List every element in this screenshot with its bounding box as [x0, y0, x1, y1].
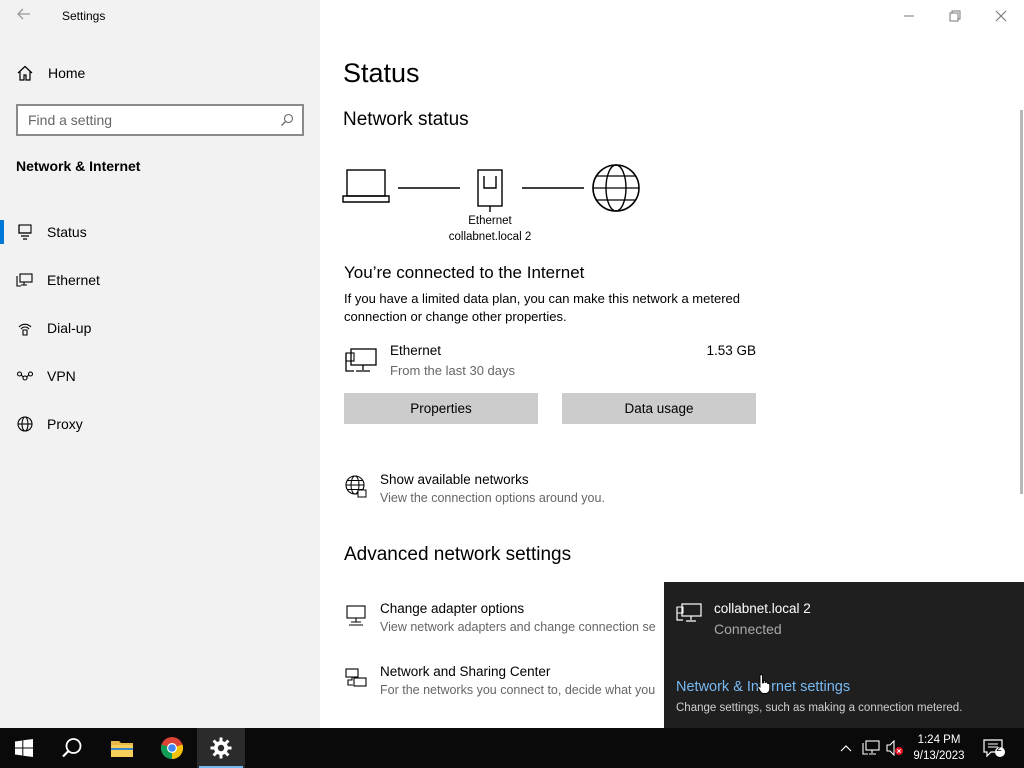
network-tray-icon — [862, 740, 880, 755]
sidebar-item-vpn[interactable]: VPN — [0, 352, 320, 400]
action-center-button[interactable]: 2 — [980, 728, 1008, 768]
close-icon[interactable] — [978, 4, 1024, 28]
sidebar-item-label: VPN — [47, 368, 76, 384]
sidebar-home[interactable]: Home — [16, 62, 85, 84]
gear-icon — [210, 737, 232, 759]
ethernet-usage-row: Ethernet From the last 30 days 1.53 GB — [344, 342, 756, 382]
globe-icon — [344, 474, 368, 498]
adapter-label: Ethernet collabnet.local 2 — [438, 213, 542, 245]
ethernet-name: Ethernet — [390, 343, 442, 358]
volume-tray-button[interactable] — [884, 728, 906, 768]
section-label: Network & Internet — [16, 158, 141, 174]
ethernet-icon — [676, 602, 702, 624]
globe-icon — [592, 164, 640, 212]
adapter-network-name: collabnet.local 2 — [448, 231, 532, 243]
flyout-network-item[interactable]: collabnet.local 2 Connected — [676, 600, 996, 644]
settings-taskbar-button[interactable] — [197, 728, 245, 768]
sidebar-item-label: Status — [47, 224, 87, 240]
windows-logo-icon — [15, 739, 33, 757]
ethernet-adapter-icon — [477, 169, 503, 212]
show-networks-title: Show available networks — [380, 472, 529, 487]
adapter-icon — [344, 603, 368, 627]
app-title: Settings — [62, 9, 106, 23]
show-available-networks-link[interactable]: Show available networks View the connect… — [344, 472, 764, 512]
vpn-icon — [16, 367, 34, 385]
sidebar: Settings Home Network & Internet Status … — [0, 0, 320, 728]
ethernet-period: From the last 30 days — [390, 363, 515, 378]
search-icon[interactable] — [280, 113, 294, 127]
sidebar-item-ethernet[interactable]: Ethernet — [0, 256, 320, 304]
taskbar-clock[interactable]: 1:24 PM 9/13/2023 — [905, 732, 973, 764]
properties-button[interactable]: Properties — [344, 393, 538, 424]
sharing-center-icon — [344, 666, 368, 690]
start-button[interactable] — [0, 728, 48, 768]
page-title: Status — [343, 58, 420, 88]
ethernet-data-usage: 1.53 GB — [706, 343, 756, 358]
sidebar-nav: Status Ethernet Dial-up VPN Proxy — [0, 208, 320, 448]
proxy-icon — [16, 415, 34, 433]
network-tray-button[interactable] — [860, 728, 882, 768]
network-settings-description: Change settings, such as making a connec… — [676, 702, 963, 714]
status-icon — [16, 223, 34, 241]
chrome-button[interactable] — [148, 728, 196, 768]
sidebar-item-label: Proxy — [47, 416, 83, 432]
flyout-network-status: Connected — [714, 621, 782, 637]
hand-cursor-icon — [757, 674, 771, 694]
home-label: Home — [48, 65, 86, 81]
network-status-heading: Network status — [343, 109, 469, 130]
advanced-settings-heading: Advanced network settings — [344, 544, 572, 565]
network-flyout: collabnet.local 2 Connected Network & In… — [664, 582, 1024, 728]
notification-badge: 2 — [996, 743, 1002, 754]
adapter-name: Ethernet — [468, 215, 512, 227]
adapter-options-description: View network adapters and change connect… — [380, 620, 656, 634]
data-usage-button[interactable]: Data usage — [562, 393, 756, 424]
search-box[interactable] — [16, 104, 304, 136]
adapter-options-title: Change adapter options — [380, 601, 525, 616]
search-icon — [62, 738, 82, 758]
search-button[interactable] — [48, 728, 96, 768]
ethernet-icon — [344, 346, 378, 376]
search-input[interactable] — [28, 112, 280, 128]
connection-status-title: You’re connected to the Internet — [344, 263, 585, 282]
sidebar-item-label: Ethernet — [47, 272, 100, 288]
sharing-center-title: Network and Sharing Center — [380, 664, 551, 679]
sharing-center-description: For the networks you connect to, decide … — [380, 683, 656, 697]
clock-time: 1:24 PM — [917, 734, 961, 746]
folder-icon — [111, 741, 133, 757]
taskbar: 1:24 PM 9/13/2023 2 — [0, 728, 1024, 768]
flyout-network-name: collabnet.local 2 — [714, 601, 811, 616]
laptop-icon — [342, 169, 390, 203]
ethernet-icon — [16, 271, 34, 289]
dial-up-icon — [16, 319, 34, 337]
sidebar-item-status[interactable]: Status — [0, 208, 320, 256]
home-icon — [16, 64, 34, 82]
minimize-icon[interactable] — [886, 4, 932, 28]
sidebar-item-dial-up[interactable]: Dial-up — [0, 304, 320, 352]
back-arrow-icon[interactable] — [14, 6, 34, 26]
chrome-icon — [160, 737, 184, 760]
show-networks-description: View the connection options around you. — [380, 491, 605, 505]
show-hidden-icons-button[interactable] — [836, 728, 856, 768]
scrollbar[interactable] — [1020, 110, 1023, 494]
restore-icon[interactable] — [932, 4, 978, 28]
file-explorer-button[interactable] — [98, 728, 146, 768]
sidebar-item-proxy[interactable]: Proxy — [0, 400, 320, 448]
volume-muted-icon — [886, 740, 903, 756]
chevron-up-icon — [840, 745, 852, 752]
connection-status-description: If you have a limited data plan, you can… — [344, 291, 740, 324]
clock-date: 9/13/2023 — [913, 750, 965, 762]
sidebar-item-label: Dial-up — [47, 320, 92, 336]
